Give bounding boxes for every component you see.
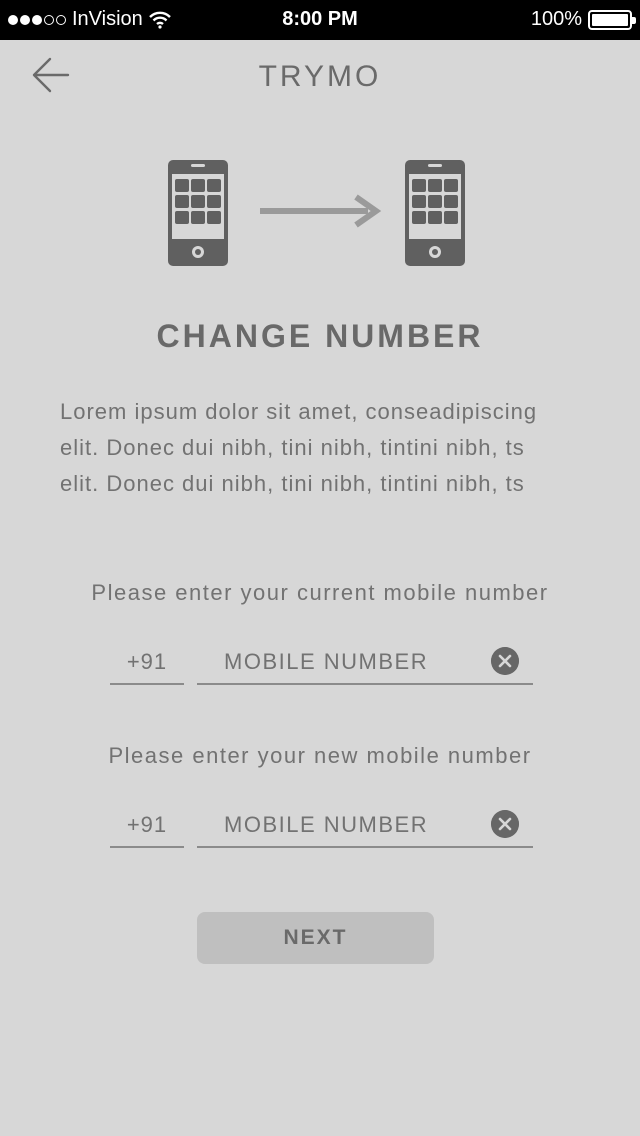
clear-circle-icon[interactable] <box>491 810 519 838</box>
description: Lorem ipsum dolor sit amet, conseadipisc… <box>60 394 584 502</box>
new-number-prompt: Please enter your new mobile number <box>108 743 532 768</box>
battery-percentage: 100% <box>530 8 582 30</box>
arrow-right-icon <box>260 194 382 228</box>
battery-icon <box>588 9 636 30</box>
new-country-code[interactable]: +91 <box>110 806 184 848</box>
smartphone-icon <box>168 160 228 266</box>
app-title: TRYMO <box>258 60 382 93</box>
clear-circle-icon[interactable] <box>491 647 519 675</box>
current-country-code[interactable]: +91 <box>110 643 184 685</box>
status-bar: InVision 8:00 PM 100% <box>0 0 640 40</box>
description-line: elit. Donec dui nibh, tini nibh, tintini… <box>60 471 525 496</box>
current-number-prompt: Please enter your current mobile number <box>91 580 549 605</box>
new-number-field <box>197 806 533 848</box>
description-line: Lorem ipsum dolor sit amet, conseadipisc… <box>60 399 538 424</box>
description-line: elit. Donec dui nibh, tini nibh, tintini… <box>60 435 525 460</box>
current-number-field <box>197 643 533 685</box>
new-number-input[interactable] <box>197 806 487 844</box>
page-heading: CHANGE NUMBER <box>156 318 484 354</box>
status-right: 100% <box>530 8 636 31</box>
next-button[interactable]: NEXT <box>197 912 434 964</box>
current-number-input[interactable] <box>197 643 487 681</box>
smartphone-icon <box>405 160 465 266</box>
